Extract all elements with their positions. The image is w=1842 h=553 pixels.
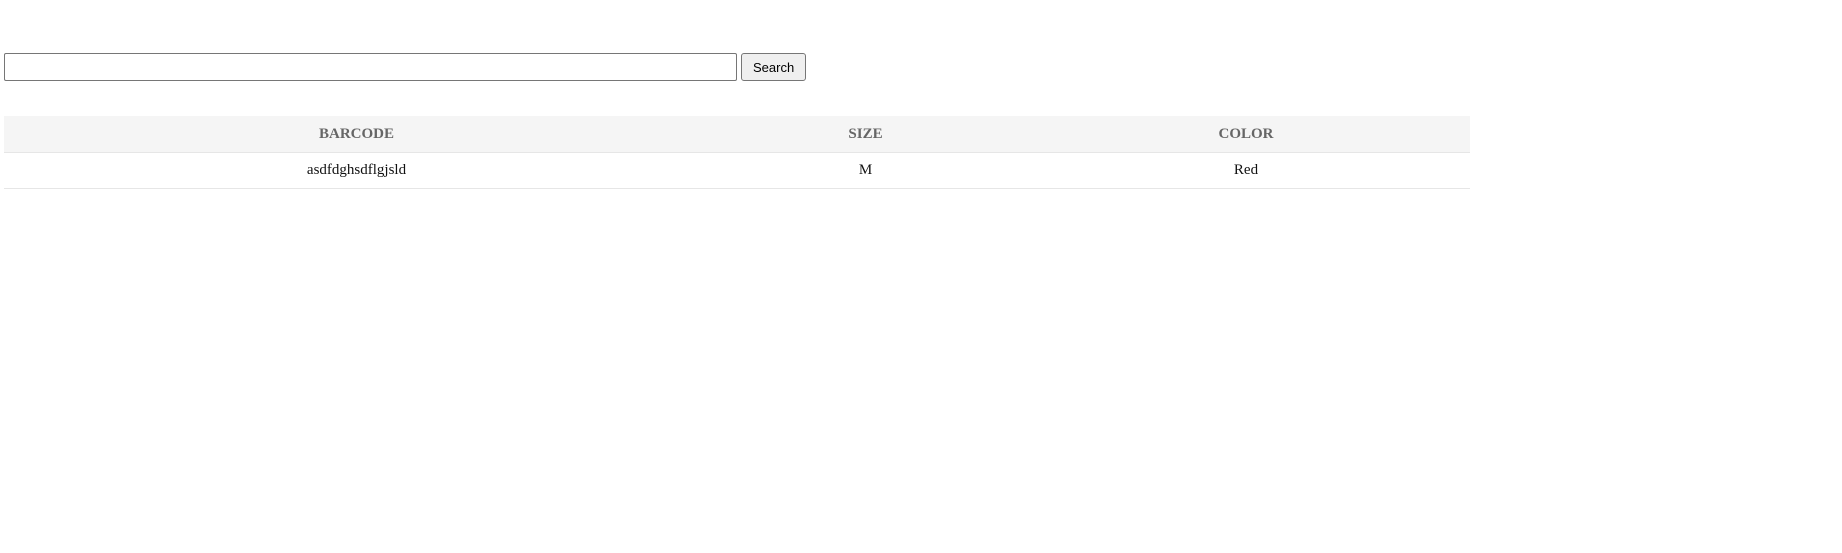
table-header-row: BARCODE SIZE COLOR (4, 116, 1470, 153)
search-button[interactable]: Search (741, 53, 807, 81)
column-header-color[interactable]: COLOR (1022, 116, 1470, 153)
cell-size: M (709, 152, 1022, 189)
column-header-size[interactable]: SIZE (709, 116, 1022, 153)
search-bar: Search (4, 53, 807, 81)
cell-color: Red (1022, 152, 1470, 189)
results-table: BARCODE SIZE COLOR asdfdghsdflgjsld M Re… (4, 116, 1470, 189)
table-header: BARCODE SIZE COLOR (4, 116, 1470, 153)
cell-barcode: asdfdghsdflgjsld (4, 152, 709, 189)
column-header-barcode[interactable]: BARCODE (4, 116, 709, 153)
table-row[interactable]: asdfdghsdflgjsld M Red (4, 152, 1470, 189)
search-input[interactable] (4, 53, 737, 81)
table-body: asdfdghsdflgjsld M Red (4, 152, 1470, 189)
